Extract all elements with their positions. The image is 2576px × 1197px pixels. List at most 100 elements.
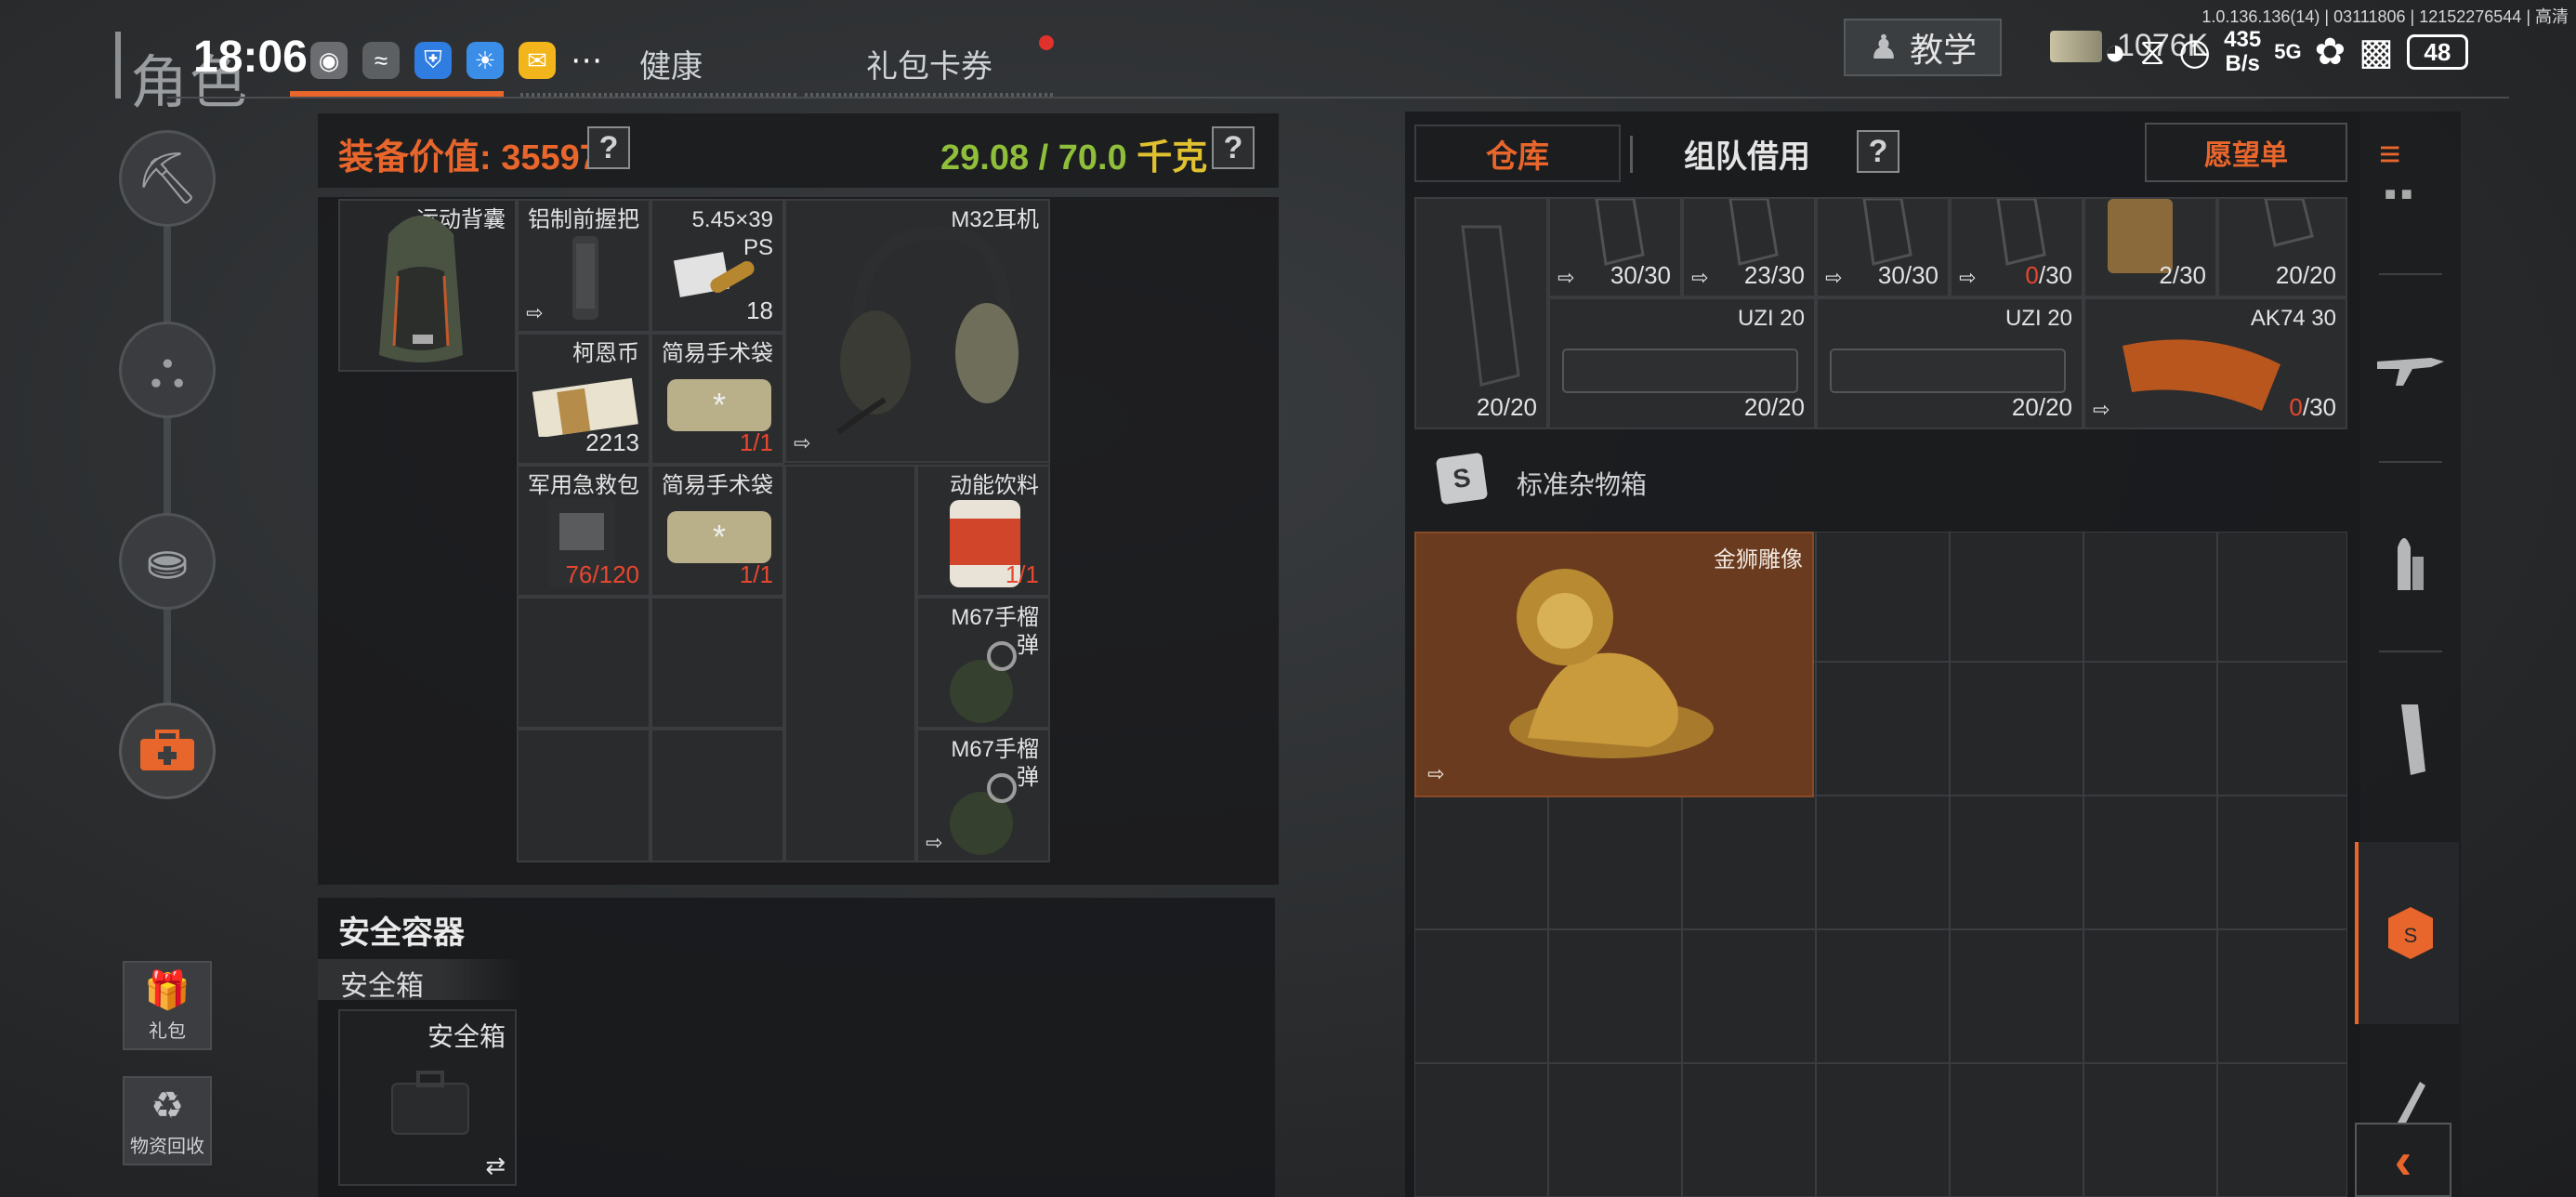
cash-image <box>532 377 638 437</box>
magazine-item[interactable]: ⇨ 30/30 <box>1548 197 1682 297</box>
rail-divider <box>2379 461 2442 463</box>
net-speed: 435 B/s <box>2224 27 2262 76</box>
battery-indicator: 48 <box>2406 34 2468 70</box>
rail-misc-box-icon[interactable]: S <box>2366 888 2455 978</box>
header-divider <box>167 97 2509 99</box>
rail-ammo-icon[interactable] <box>2366 517 2455 606</box>
collapse-button[interactable]: ‹ <box>2355 1123 2451 1197</box>
magazine-item[interactable]: 2/30 <box>2083 197 2217 297</box>
signal-icon: ▩ <box>2359 32 2394 72</box>
notification-dot <box>1039 35 1054 50</box>
rifle-icon <box>2377 358 2444 386</box>
swap-icon[interactable]: ⇄ <box>485 1151 506 1180</box>
rail-rifle-icon[interactable] <box>2366 323 2455 413</box>
status-time: 18:06 <box>193 33 308 82</box>
item-surgical-kit[interactable]: 简易手术袋 * 1/1 <box>651 465 784 597</box>
weight-help-button[interactable]: ? <box>1212 126 1255 169</box>
svg-text:S: S <box>2404 924 2418 947</box>
item-grenade[interactable]: M67手榴弹 ⇨ <box>916 729 1050 862</box>
equipment-weight: 29.08 / 70.0 千克 <box>940 138 1208 178</box>
backpack-image <box>379 216 463 362</box>
unequip-icon[interactable]: ⇨ <box>1427 762 1444 786</box>
uzi-magazine-image <box>1830 349 2066 393</box>
alarm-icon: ◷ <box>2178 32 2212 72</box>
empty-slot[interactable] <box>517 729 651 862</box>
dots-icon: ■ ■ <box>2385 184 2422 204</box>
unequip-icon[interactable]: ⇨ <box>794 431 810 455</box>
gift-icon: 🎁 <box>144 970 191 1011</box>
nav-medkit-icon[interactable] <box>119 703 216 799</box>
android-icon: ◉ <box>310 42 348 79</box>
misc-box-icon: S <box>1435 452 1489 506</box>
wishlist-button[interactable]: 愿望单 <box>2145 123 2347 182</box>
tab-health[interactable]: 健康 <box>639 41 703 86</box>
magazine-item[interactable]: ⇨ 30/30 <box>1816 197 1950 297</box>
item-ammo[interactable]: 5.45×39 PS 18 <box>651 199 784 333</box>
nav-vest-icon[interactable]: ⛬ <box>119 322 216 418</box>
weather-icon: ☀ <box>467 42 504 79</box>
mail-icon: ✉ <box>519 42 556 79</box>
signal-5g: 5G <box>2274 40 2302 63</box>
nav-track <box>164 177 171 771</box>
empty-slot[interactable] <box>517 597 651 729</box>
more-icon: ⋯ <box>571 43 602 78</box>
magazine-uzi[interactable]: UZI 20 20/20 <box>1548 297 1816 429</box>
magazine-image <box>2264 199 2314 247</box>
item-grenade[interactable]: M67手榴弹 <box>916 597 1050 729</box>
unequip-icon[interactable]: ⇨ <box>2093 398 2109 422</box>
item-surgical-kit[interactable]: 简易手术袋 * 1/1 <box>651 333 784 465</box>
tutor-icon: ♟ <box>1868 28 1899 66</box>
rail-magazine-icon[interactable] <box>2366 695 2455 784</box>
equipment-value: 装备价值: 35597 <box>338 138 599 178</box>
backpack-slot[interactable]: 运动背囊 <box>338 199 517 372</box>
gift-button[interactable]: 🎁 礼包 <box>123 961 212 1050</box>
item-coin[interactable]: 柯恩币 2213 <box>517 333 651 465</box>
item-first-aid[interactable]: 军用急救包 76/120 <box>517 465 651 597</box>
sort-icon[interactable]: ≡ <box>2379 134 2400 176</box>
unequip-icon[interactable]: ⇨ <box>926 831 942 855</box>
item-headset[interactable]: M32耳机 ⇨ <box>784 199 1050 463</box>
unequip-icon[interactable]: ⇨ <box>1691 266 1708 290</box>
title-accent-bar <box>115 32 121 99</box>
unequip-icon[interactable]: ⇨ <box>526 301 543 325</box>
item-gold-lion[interactable]: 金狮雕像 ⇨ <box>1414 532 1814 797</box>
magazine-image <box>1461 225 1520 387</box>
tab-gift-cards[interactable]: 礼包卡券 <box>866 41 992 86</box>
magazine-item[interactable]: 20/20 <box>1414 197 1548 429</box>
rail-knife-icon[interactable] <box>2366 1078 2455 1125</box>
recycle-button[interactable]: ♻ 物资回收 <box>123 1076 212 1165</box>
nav-helmet-weapon-icon[interactable]: ⛏ <box>119 130 216 227</box>
item-energy-drink[interactable]: 动能饮料 1/1 <box>916 465 1050 597</box>
tutorial-button[interactable]: ♟ 教学 <box>1844 19 2002 76</box>
magazine-uzi[interactable]: UZI 20 20/20 <box>1816 297 2083 429</box>
recycle-icon: ♻ <box>151 1085 184 1126</box>
value-help-button[interactable]: ? <box>587 126 630 169</box>
magazine-ak74[interactable]: AK74 30 ⇨ 0/30 <box>2083 297 2347 429</box>
empty-slot[interactable] <box>651 597 784 729</box>
unequip-icon[interactable]: ⇨ <box>1825 266 1842 290</box>
unequip-icon[interactable]: ⇨ <box>1557 266 1574 290</box>
magazine-item[interactable]: 20/20 <box>2217 197 2347 297</box>
wifi-icon: ✿ <box>2314 32 2346 72</box>
cash-icon <box>2050 30 2102 62</box>
item-grip[interactable]: 铝制前握把 ⇨ <box>517 199 651 333</box>
magazine-item[interactable]: ⇨ 23/30 <box>1682 197 1816 297</box>
misc-box-title: 标准杂物箱 <box>1517 470 1648 499</box>
chevron-left-icon: ‹ <box>2394 1130 2412 1190</box>
empty-slot[interactable] <box>784 465 916 862</box>
rail-divider <box>2379 273 2442 275</box>
nav-backpack-icon[interactable]: ⛂ <box>119 513 216 610</box>
lion-statue-image <box>1509 569 1714 758</box>
unequip-icon[interactable]: ⇨ <box>1959 266 1976 290</box>
tab-team-borrow[interactable]: 组队借用 <box>1656 125 1838 182</box>
magazine-item[interactable]: ⇨ 0/30 <box>1950 197 2083 297</box>
grenade-image <box>950 641 1017 723</box>
empty-slot[interactable] <box>651 729 784 862</box>
tab-warehouse[interactable]: 仓库 <box>1414 125 1621 182</box>
warehouse-help-button[interactable]: ? <box>1857 130 1899 173</box>
headset-image <box>836 225 1019 435</box>
nfc-icon: ⧖ <box>2139 31 2166 72</box>
system-status-icons: ◕ ⧖ ◷ 435 B/s 5G ✿ ▩ 48 <box>2104 28 2468 76</box>
ammo-icon <box>2398 538 2424 590</box>
safe-box-slot[interactable]: 安全箱 ⇄ <box>338 1009 517 1186</box>
